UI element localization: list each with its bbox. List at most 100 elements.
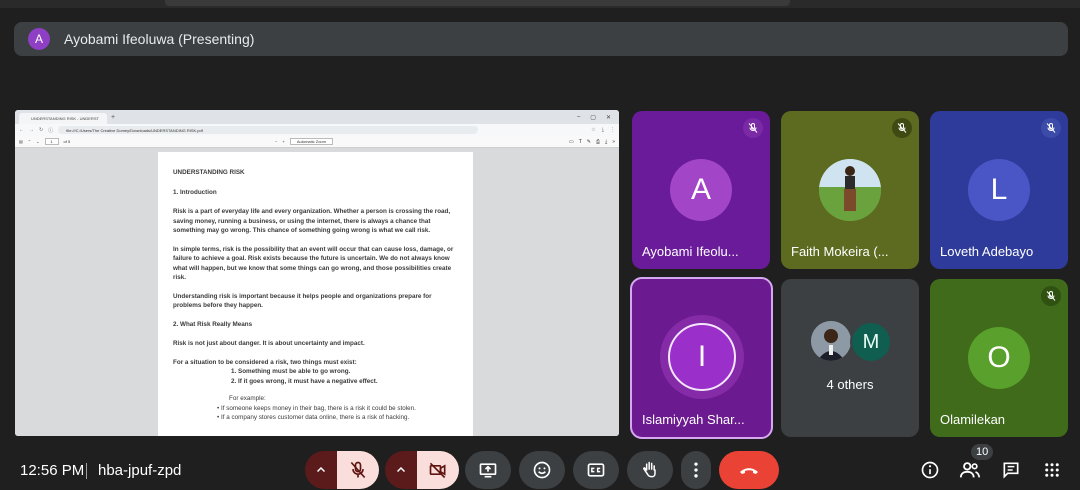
raise-hand-button[interactable] <box>627 451 673 489</box>
zoom-in-icon: + <box>282 139 285 144</box>
meeting-code: hba-jpuf-zpd <box>98 462 182 479</box>
sidebar-toggle-icon: ▤ <box>19 139 23 144</box>
doc-paragraph: For a situation to be considered a risk,… <box>173 358 357 366</box>
mic-off-icon <box>1041 286 1061 306</box>
minimize-icon: – <box>576 113 581 120</box>
participant-name: Islamiyyah Shar... <box>642 412 745 427</box>
comment-icon: ▭ <box>568 138 574 145</box>
others-tile[interactable]: M 4 others <box>781 279 919 437</box>
info-icon <box>921 461 939 479</box>
clock: 12:56 PM <box>20 462 85 479</box>
participant-name: Faith Mokeira (... <box>791 244 889 259</box>
present-screen-button[interactable] <box>465 451 511 489</box>
new-tab-icon: + <box>111 113 116 121</box>
zoom-select: Automatic Zoom <box>289 138 333 145</box>
people-button[interactable] <box>958 458 982 482</box>
shared-screen[interactable]: UNDERSTANDING RISK - UNDERST + – ▢ ✕ ← →… <box>15 110 619 436</box>
mic-toggle-button[interactable] <box>337 451 379 489</box>
emoji-icon <box>533 461 551 479</box>
leave-call-button[interactable] <box>719 451 779 489</box>
audio-options-button[interactable] <box>305 451 337 489</box>
reload-icon: ↻ <box>39 127 44 133</box>
avatar-photo <box>811 321 851 361</box>
print-icon: ⎙ <box>595 138 600 145</box>
captions-button[interactable] <box>573 451 619 489</box>
avatar: A <box>670 159 732 221</box>
doc-paragraph: Understanding risk is important because … <box>173 292 432 310</box>
participant-tile-olamilekan[interactable]: O Olamilekan <box>930 279 1068 437</box>
more-options-button[interactable] <box>681 451 711 489</box>
page-up-icon: ⌃ <box>27 139 32 144</box>
forward-icon: → <box>29 127 34 133</box>
present-screen-icon <box>479 463 497 478</box>
draw-icon: ✎ <box>586 138 591 145</box>
back-icon: ← <box>19 127 24 133</box>
participant-name: Ayobami Ifeolu... <box>642 244 739 259</box>
window-controls: – ▢ ✕ <box>577 114 619 121</box>
page-down-icon: ⌄ <box>36 139 40 144</box>
doc-paragraph: Risk is not just about danger. It is abo… <box>173 340 365 347</box>
close-icon: ✕ <box>605 114 611 121</box>
doc-title: UNDERSTANDING RISK <box>173 169 245 176</box>
maximize-icon: ▢ <box>590 114 596 121</box>
avatar: I <box>668 323 736 391</box>
avatar: L <box>968 159 1030 221</box>
pdf-page: UNDERSTANDING RISK 1. Introduction Risk … <box>158 152 473 436</box>
participant-tile-islamiyyah[interactable]: I Islamiyyah Shar... <box>630 277 773 439</box>
camera-toggle-button[interactable] <box>417 451 459 489</box>
star-icon: ☆ <box>591 127 596 133</box>
page-total: of 5 <box>63 139 71 144</box>
top-strip-bar <box>165 0 790 6</box>
call-end-icon <box>740 468 758 474</box>
participant-tile-faith[interactable]: Faith Mokeira (... <box>781 111 919 269</box>
mic-control <box>305 451 379 489</box>
avatar: M <box>850 321 892 363</box>
zoom-out-icon: − <box>275 139 278 144</box>
mic-off-icon <box>892 118 912 138</box>
camera-off-icon <box>429 462 446 479</box>
avatar: O <box>968 327 1030 389</box>
reactions-button[interactable] <box>519 451 565 489</box>
doc-paragraph: In simple terms, risk is the possibility… <box>173 245 454 282</box>
chevron-up-icon <box>396 466 406 473</box>
doc-list-item: 2. If it goes wrong, it must have a nega… <box>231 377 378 385</box>
page-number-input: 1 <box>44 138 59 145</box>
pdf-toolbar: ▤ ⌃ ⌄ 1 of 5 − + Automatic Zoom ▭ T ✎ ⎙ … <box>15 136 619 148</box>
hand-icon <box>643 461 656 478</box>
mic-off-icon <box>743 118 763 138</box>
meeting-info-button[interactable] <box>918 458 942 482</box>
more-vert-icon <box>694 462 698 478</box>
browser-address-row: ← → ↻ ⓘ file:///C:/Users/The Creative Do… <box>15 124 619 136</box>
divider <box>86 463 87 479</box>
chat-icon <box>1003 462 1019 479</box>
doc-example-label: For example: <box>229 395 266 402</box>
doc-list-item: 1. Something must be able to go wrong. <box>231 368 351 375</box>
captions-icon <box>587 463 605 477</box>
save-icon: ⤓ <box>605 138 608 145</box>
people-icon <box>959 462 980 478</box>
presenter-avatar: A <box>28 28 50 50</box>
participant-name: Loveth Adebayo <box>940 244 1034 259</box>
doc-section-heading: 1. Introduction <box>173 188 217 196</box>
activities-button[interactable] <box>1040 458 1064 482</box>
mic-off-icon <box>350 461 366 479</box>
info-icon: ⓘ <box>48 127 54 134</box>
participant-name: Olamilekan <box>940 412 1006 427</box>
video-options-button[interactable] <box>385 451 417 489</box>
avatar-photo <box>819 159 881 221</box>
chat-button[interactable] <box>999 458 1023 482</box>
download-icon: ⤓ <box>601 127 604 133</box>
doc-paragraph: Risk is a part of everyday life and ever… <box>173 208 451 234</box>
participant-tile-loveth[interactable]: L Loveth Adebayo <box>930 111 1068 269</box>
chevron-up-icon <box>316 466 326 473</box>
doc-bullet: • If someone keeps money in their bag, t… <box>217 404 416 412</box>
doc-bullet: • If a company stores customer data onli… <box>217 414 410 421</box>
browser-actions: ☆ ⤓ ⋮ <box>591 127 615 133</box>
top-strip <box>0 0 1080 8</box>
browser-tab-strip: UNDERSTANDING RISK - UNDERST + – ▢ ✕ <box>15 110 619 124</box>
more-icon: » <box>612 138 615 145</box>
camera-control <box>385 451 459 489</box>
participant-tile-ayobami[interactable]: A Ayobami Ifeolu... <box>632 111 770 269</box>
presenter-bar[interactable]: A Ayobami Ifeoluwa (Presenting) <box>14 22 1068 56</box>
others-count-label: 4 others <box>826 377 874 392</box>
